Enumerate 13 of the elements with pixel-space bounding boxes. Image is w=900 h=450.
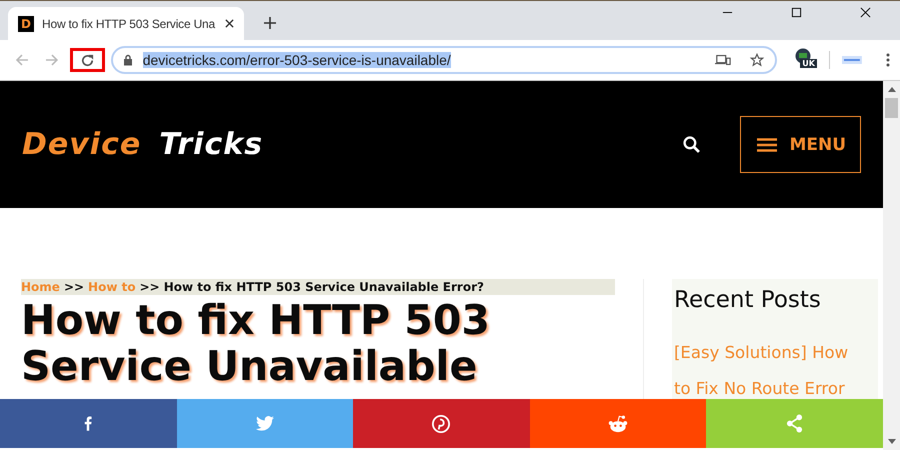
site-favicon: D	[18, 16, 34, 32]
breadcrumb-current: How to fix HTTP 503 Service Unavailable Error?	[164, 280, 484, 294]
site-logo[interactable]: Tricks	[159, 127, 264, 162]
sidebar-heading: Recent Posts	[674, 287, 822, 313]
menu-button[interactable]: MENU	[740, 116, 861, 173]
tab-title: How to fix HTTP 503 Service Una	[42, 16, 216, 30]
article-title: How to fix HTTP 503 Service Unavailable	[21, 297, 491, 389]
url-text: devicetricks.com/error-503-service-is-unavailable/	[142, 52, 451, 68]
site-logo[interactable]: Device	[22, 127, 142, 162]
browser-tab[interactable]: D How to fix HTTP 503 Service Una	[8, 7, 244, 40]
address-bar[interactable]: devicetricks.com/error-503-service-is-unavailable/	[110, 46, 778, 74]
breadcrumb-separator: >>	[64, 280, 84, 294]
breadcrumb-separator: >>	[140, 280, 160, 294]
